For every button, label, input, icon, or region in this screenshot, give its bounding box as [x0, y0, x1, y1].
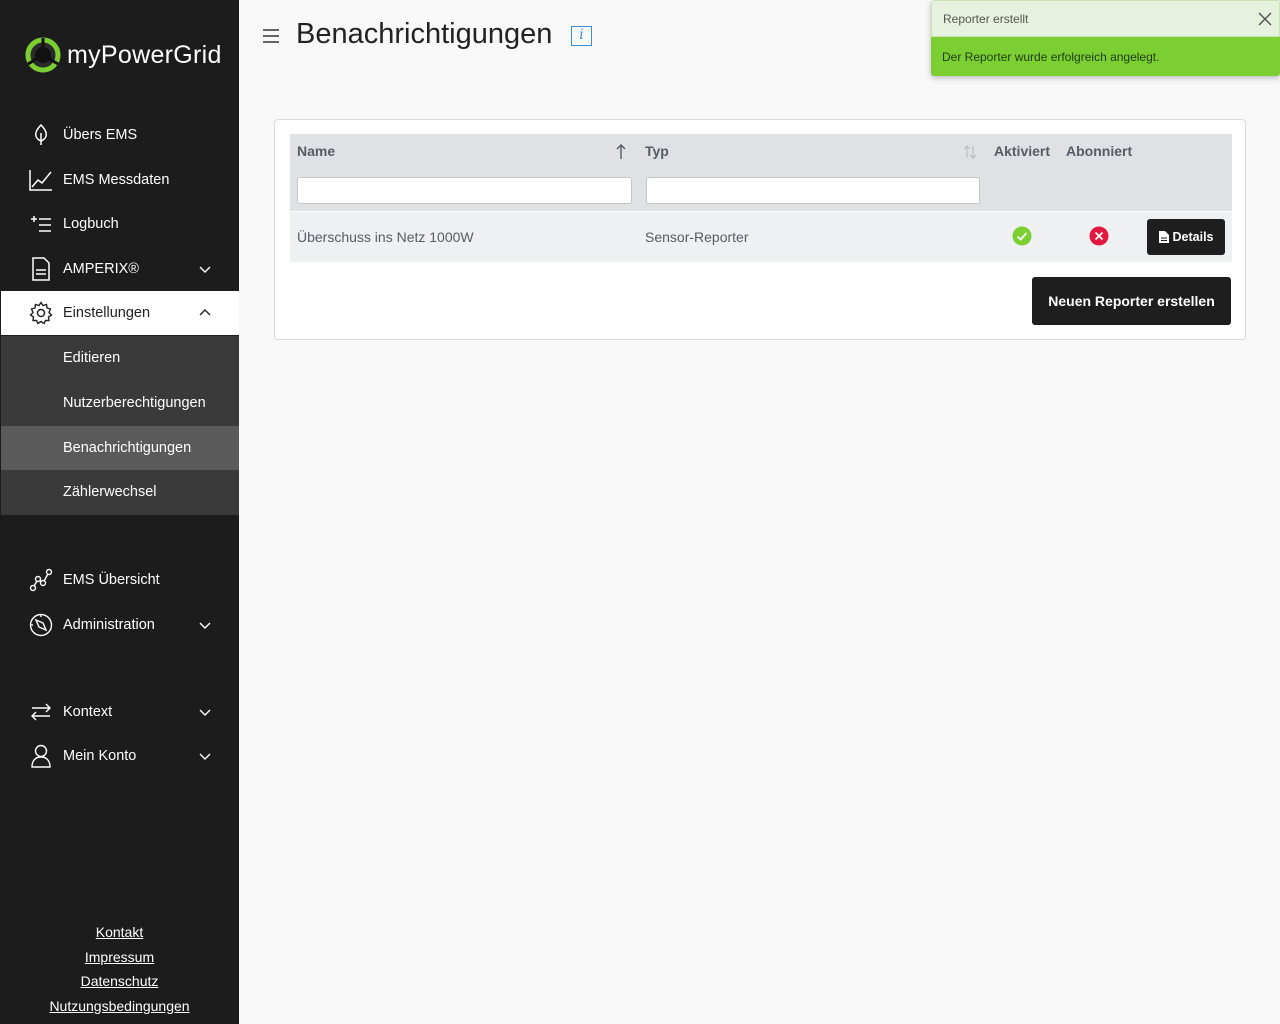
typ-filter-input[interactable]	[646, 177, 980, 204]
sidebar-item-kontext[interactable]: Kontext	[1, 690, 239, 734]
sort-unsorted-icon[interactable]	[963, 143, 977, 161]
list-plus-icon	[29, 212, 53, 236]
footer-links: Kontakt Impressum Datenschutz Nutzungsbe…	[0, 920, 239, 1018]
submenu-item-label: Nutzerberechtigungen	[63, 395, 206, 411]
info-icon[interactable]: i	[571, 26, 592, 46]
details-button-label: Details	[1172, 230, 1214, 244]
file-icon	[1158, 231, 1169, 243]
submenu-item-label: Editieren	[63, 350, 121, 366]
chart-line-icon	[29, 168, 53, 192]
footer-link-nutzungsbedingungen[interactable]: Nutzungsbedingungen	[0, 994, 239, 1019]
chevron-up-icon	[199, 309, 211, 316]
leaf-icon	[29, 123, 53, 147]
page-title: Benachrichtigungen	[296, 18, 553, 50]
name-filter-input[interactable]	[297, 177, 632, 204]
user-icon	[29, 744, 53, 768]
sidebar-item-logbuch[interactable]: Logbuch	[1, 202, 239, 246]
sidebar-item-label: EMS Messdaten	[63, 172, 170, 188]
column-header-abonniert: Abonniert	[1066, 143, 1133, 159]
footer-link-impressum[interactable]: Impressum	[0, 945, 239, 970]
create-reporter-button[interactable]: Neuen Reporter erstellen	[1032, 277, 1231, 325]
reporter-card: Name Typ Aktiviert Abonniert Überschuss …	[274, 119, 1246, 340]
check-circle-icon	[1012, 226, 1032, 246]
submenu-item-benachrichtigungen[interactable]: Benachrichtigungen	[1, 426, 239, 470]
network-graph-icon	[29, 568, 53, 592]
toast-header: Reporter erstellt	[931, 0, 1280, 37]
sidebar-item-administration[interactable]: Administration	[1, 603, 239, 647]
column-header-typ[interactable]: Typ	[645, 134, 669, 169]
submenu-item-editieren[interactable]: Editieren	[1, 336, 239, 380]
logo-icon	[25, 37, 61, 73]
toast-message: Der Reporter wurde erfolgreich angelegt.	[942, 50, 1160, 64]
table-header-row: Name Typ Aktiviert Abonniert	[290, 134, 1232, 169]
toast-body: Der Reporter wurde erfolgreich angelegt.	[931, 37, 1280, 76]
sort-ascending-icon[interactable]	[614, 143, 628, 161]
success-toast: Reporter erstellt Der Reporter wurde erf…	[931, 0, 1280, 76]
x-circle-icon	[1089, 226, 1109, 246]
reporter-name-cell: Überschuss ins Netz 1000W	[297, 229, 474, 245]
footer-link-kontakt[interactable]: Kontakt	[0, 920, 239, 945]
close-icon[interactable]	[1257, 11, 1273, 27]
footer-link-datenschutz[interactable]: Datenschutz	[0, 969, 239, 994]
toast-title: Reporter erstellt	[943, 12, 1029, 26]
column-header-aktiviert: Aktiviert	[994, 143, 1051, 159]
swap-arrows-icon	[29, 700, 53, 724]
sidebar-item-label: AMPERIX®	[63, 261, 139, 277]
sidebar-item-label: Mein Konto	[63, 748, 137, 764]
sidebar-item-mein-konto[interactable]: Mein Konto	[1, 734, 239, 778]
column-header-name[interactable]: Name	[297, 134, 335, 169]
submenu-item-label: Benachrichtigungen	[63, 440, 192, 456]
sidebar-item-ems-uebersicht[interactable]: EMS Übersicht	[1, 558, 239, 602]
sidebar-item-label: Administration	[63, 617, 155, 633]
sidebar-item-label: Übers EMS	[63, 127, 138, 143]
chevron-down-icon	[199, 266, 211, 273]
details-button[interactable]: Details	[1147, 219, 1225, 255]
submenu-item-zaehlerwechsel[interactable]: Zählerwechsel	[1, 470, 239, 514]
hamburger-menu-icon[interactable]	[262, 26, 280, 46]
chevron-down-icon	[199, 622, 211, 629]
sidebar-item-label: Kontext	[63, 704, 113, 720]
logo[interactable]: myPowerGrid	[24, 36, 222, 74]
submenu-item-label: Zählerwechsel	[63, 484, 157, 500]
sidebar: myPowerGrid Übers EMS EMS Messdaten Logb…	[0, 0, 239, 1024]
document-icon	[29, 257, 53, 281]
sidebar-item-label: Logbuch	[63, 216, 119, 232]
sidebar-item-einstellungen[interactable]: Einstellungen	[1, 291, 239, 335]
table-row: Überschuss ins Netz 1000W Sensor-Reporte…	[290, 212, 1232, 262]
chevron-down-icon	[199, 753, 211, 760]
sidebar-item-uebers-ems[interactable]: Übers EMS	[1, 113, 239, 157]
sidebar-item-amperix[interactable]: AMPERIX®	[1, 247, 239, 291]
gear-icon	[29, 301, 53, 325]
reporter-typ-cell: Sensor-Reporter	[645, 229, 749, 245]
submenu-item-nutzerberechtigungen[interactable]: Nutzerberechtigungen	[1, 381, 239, 425]
sidebar-item-label: EMS Übersicht	[63, 572, 160, 588]
compass-icon	[29, 613, 53, 637]
sidebar-item-label: Einstellungen	[63, 305, 151, 321]
table-filter-row	[290, 169, 1232, 211]
chevron-down-icon	[199, 709, 211, 716]
logo-text: myPowerGrid	[67, 40, 222, 69]
sidebar-item-ems-messdaten[interactable]: EMS Messdaten	[1, 158, 239, 202]
